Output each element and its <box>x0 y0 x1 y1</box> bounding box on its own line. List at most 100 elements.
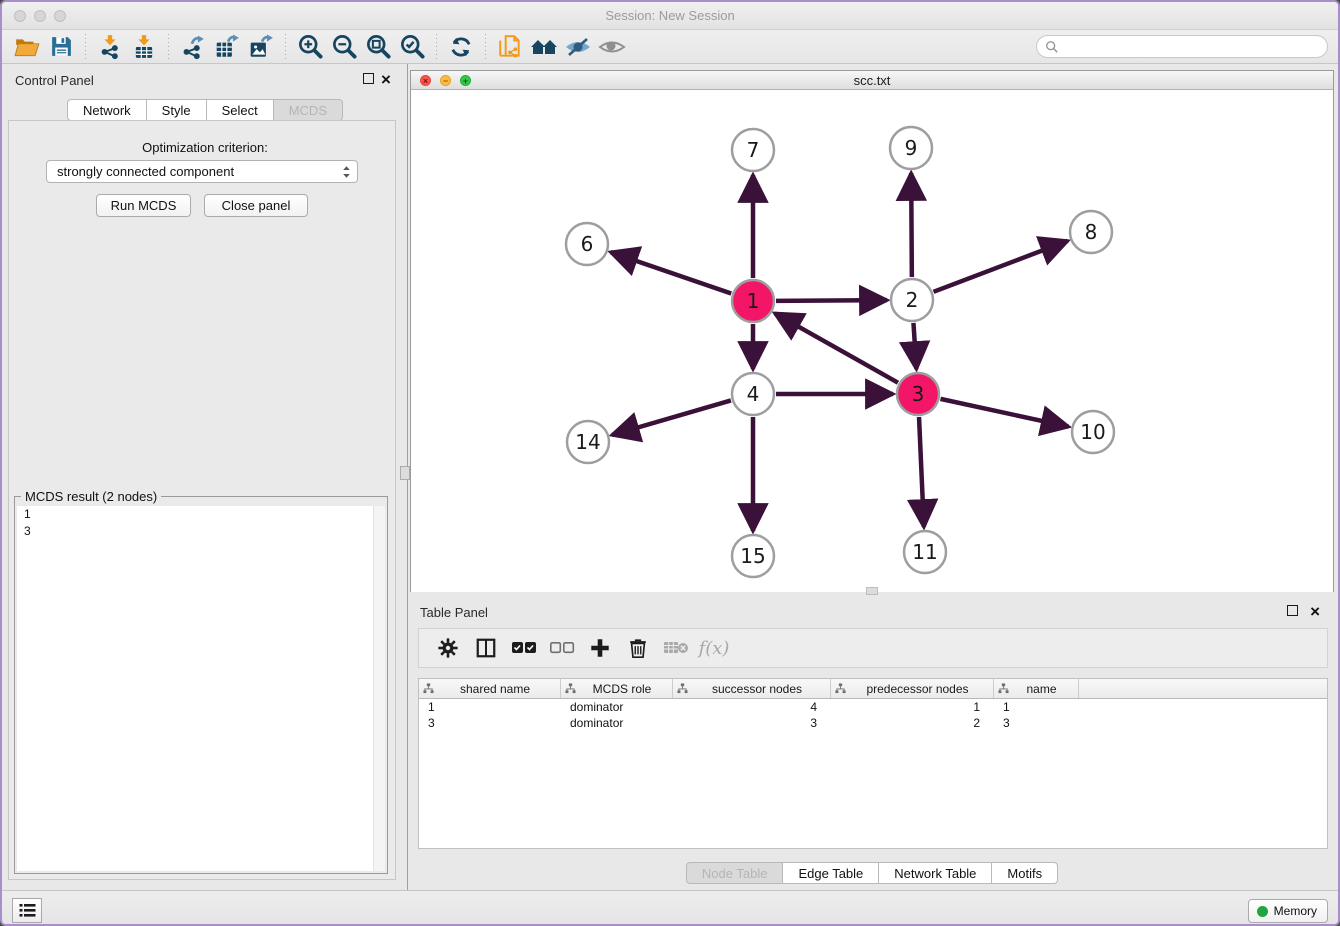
export-network-button[interactable] <box>176 33 210 61</box>
table-cell[interactable]: 1 <box>419 699 561 715</box>
table-row[interactable]: 1dominator411 <box>419 699 1327 715</box>
result-item[interactable]: 3 <box>17 523 385 540</box>
save-session-button[interactable] <box>44 33 78 61</box>
graph-node-3[interactable]: 3 <box>897 373 939 415</box>
import-table-button[interactable] <box>127 33 161 61</box>
table-cell[interactable]: 2 <box>831 715 994 731</box>
column-header-predecessor-nodes[interactable]: predecessor nodes <box>831 679 994 698</box>
float-panel-icon[interactable] <box>363 73 374 84</box>
tab-style[interactable]: Style <box>147 99 207 121</box>
horizontal-splitter-grip[interactable] <box>866 587 878 595</box>
tab-node-table[interactable]: Node Table <box>686 862 784 884</box>
table-row[interactable]: 3dominator323 <box>419 715 1327 731</box>
search-input[interactable] <box>1059 38 1327 56</box>
save-icon <box>49 34 74 59</box>
tab-network-table[interactable]: Network Table <box>879 862 992 884</box>
edge-2-9[interactable] <box>911 173 912 277</box>
graph-node-1[interactable]: 1 <box>732 280 774 322</box>
graph-node-9[interactable]: 9 <box>890 127 932 169</box>
home-view-button[interactable] <box>527 33 561 61</box>
delete-column-button[interactable] <box>619 633 657 663</box>
tab-edge-table[interactable]: Edge Table <box>783 862 879 884</box>
add-column-button[interactable] <box>581 633 619 663</box>
float-table-panel-icon[interactable] <box>1287 605 1298 616</box>
table-cell[interactable]: dominator <box>561 699 673 715</box>
zoom-in-button[interactable] <box>293 33 327 61</box>
plus-icon <box>589 637 611 659</box>
graph-node-11[interactable]: 11 <box>904 531 946 573</box>
refresh-button[interactable] <box>444 33 478 61</box>
edge-3-11[interactable] <box>919 417 924 527</box>
network-canvas[interactable]: 1 2 3 4 6 7 8 9 10 11 14 15 <box>411 90 1333 592</box>
column-header-MCDS-role[interactable]: MCDS role <box>561 679 673 698</box>
titlebar[interactable]: Session: New Session <box>2 2 1338 30</box>
graph-node-14[interactable]: 14 <box>567 421 609 463</box>
zoom-fit-button[interactable] <box>361 33 395 61</box>
table-settings-button[interactable] <box>429 633 467 663</box>
tab-mcds[interactable]: MCDS <box>274 99 343 121</box>
apply-function-button[interactable]: f(x) <box>695 633 733 663</box>
table-panel-title: Table Panel <box>420 605 488 620</box>
graph[interactable]: 1 2 3 4 6 7 8 9 10 11 14 15 <box>411 90 1333 592</box>
export-image-button[interactable] <box>244 33 278 61</box>
table-cell[interactable]: 3 <box>419 715 561 731</box>
result-item[interactable]: 1 <box>17 506 385 523</box>
scrollbar-track[interactable] <box>373 506 385 871</box>
column-header-name[interactable]: name <box>994 679 1079 698</box>
close-panel-icon[interactable]: × <box>381 74 391 85</box>
graph-node-7[interactable]: 7 <box>732 129 774 171</box>
tab-select[interactable]: Select <box>207 99 274 121</box>
tab-network[interactable]: Network <box>67 99 147 121</box>
close-table-panel-icon[interactable]: × <box>1310 606 1320 617</box>
graph-node-15[interactable]: 15 <box>732 535 774 577</box>
open-folder-button[interactable] <box>10 33 44 61</box>
node-table[interactable]: shared nameMCDS rolesuccessor nodesprede… <box>418 678 1328 849</box>
table-body: 1dominator4113dominator323 <box>419 699 1327 731</box>
show-all-button[interactable] <box>595 33 629 61</box>
edge-1-6[interactable] <box>611 252 732 293</box>
splitter-grip[interactable] <box>400 466 410 480</box>
graph-node-6[interactable]: 6 <box>566 223 608 265</box>
hide-selected-button[interactable] <box>561 33 595 61</box>
edge-4-14[interactable] <box>612 400 731 435</box>
zoom-selected-button[interactable] <box>395 33 429 61</box>
mcds-result-list[interactable]: 13 <box>17 506 385 871</box>
import-network-button[interactable] <box>93 33 127 61</box>
zoom-out-button[interactable] <box>327 33 361 61</box>
unchecked-checkboxes-icon <box>549 640 575 656</box>
node-label: 1 <box>747 289 760 313</box>
edge-1-2[interactable] <box>776 300 887 301</box>
table-cell[interactable]: 3 <box>994 715 1079 731</box>
network-from-file-button[interactable] <box>493 33 527 61</box>
table-cell[interactable]: 4 <box>673 699 831 715</box>
task-history-button[interactable] <box>12 898 42 923</box>
split-view-button[interactable] <box>467 633 505 663</box>
table-cell[interactable]: 3 <box>673 715 831 731</box>
memory-button[interactable]: Memory <box>1248 899 1328 923</box>
criterion-dropdown[interactable]: strongly connected component <box>46 160 358 183</box>
memory-status-icon <box>1257 906 1268 917</box>
deselect-all-button[interactable] <box>543 633 581 663</box>
checked-checkboxes-icon <box>511 640 537 656</box>
search-box[interactable] <box>1036 35 1328 58</box>
network-window-titlebar[interactable]: × − + scc.txt <box>411 71 1333 90</box>
delete-table-button[interactable] <box>657 633 695 663</box>
tab-motifs[interactable]: Motifs <box>992 862 1058 884</box>
edge-2-3[interactable] <box>913 323 916 369</box>
run-mcds-button[interactable]: Run MCDS <box>96 194 191 217</box>
select-all-button[interactable] <box>505 633 543 663</box>
graph-node-2[interactable]: 2 <box>891 279 933 321</box>
edge-3-1[interactable] <box>775 313 898 382</box>
export-table-button[interactable] <box>210 33 244 61</box>
edge-3-10[interactable] <box>940 399 1068 427</box>
table-cell[interactable]: 1 <box>831 699 994 715</box>
column-header-shared-name[interactable]: shared name <box>419 679 561 698</box>
close-panel-button[interactable]: Close panel <box>204 194 308 217</box>
column-header-successor-nodes[interactable]: successor nodes <box>673 679 831 698</box>
edge-2-8[interactable] <box>934 241 1068 292</box>
graph-node-8[interactable]: 8 <box>1070 211 1112 253</box>
table-cell[interactable]: 1 <box>994 699 1079 715</box>
table-cell[interactable]: dominator <box>561 715 673 731</box>
graph-node-10[interactable]: 10 <box>1072 411 1114 453</box>
graph-node-4[interactable]: 4 <box>732 373 774 415</box>
